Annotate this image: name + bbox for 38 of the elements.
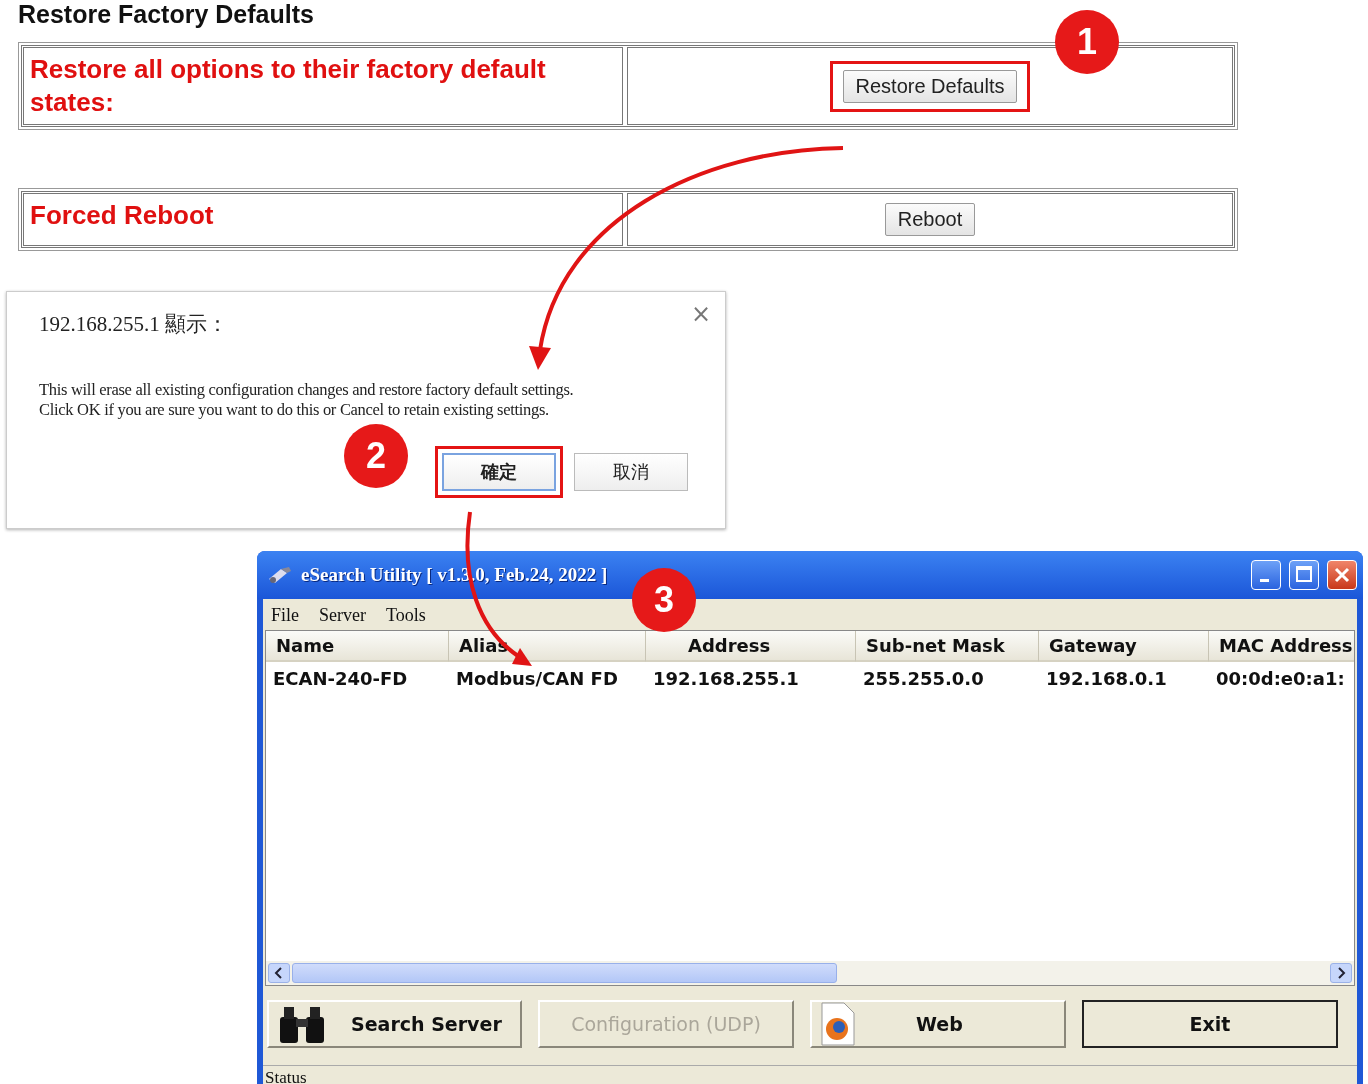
table-cell-text: Modbus/CAN FD xyxy=(455,667,619,689)
section-heading: Restore Factory Defaults xyxy=(18,0,314,28)
menu-item[interactable]: Tools xyxy=(386,605,426,626)
browser-document-icon xyxy=(820,1002,856,1046)
dialog-button[interactable]: 確定 xyxy=(442,453,556,491)
table-cell-text: 255.255.0.0 xyxy=(862,667,985,689)
action-button[interactable]: Restore Defaults xyxy=(842,69,1018,103)
setting-label: Restore all options to their factory default states: xyxy=(23,47,623,125)
table-cell-text: 00:0d:e0:a1: xyxy=(1215,667,1346,689)
scrollbar-thumb[interactable] xyxy=(292,963,837,983)
column-header[interactable]: Sub-net Mask xyxy=(856,631,1039,662)
scroll-right-button[interactable] xyxy=(1330,963,1352,983)
minimize-button[interactable] xyxy=(1251,560,1281,590)
table-cell-text: 192.168.0.1 xyxy=(1045,667,1168,689)
dialog-button[interactable]: 取消 xyxy=(574,453,688,491)
column-header[interactable]: MAC Address xyxy=(1209,631,1354,662)
toolbar-button[interactable]: Exit xyxy=(1082,1000,1338,1048)
column-header[interactable]: Name xyxy=(266,631,449,662)
toolbar-button[interactable]: Search Server xyxy=(267,1000,522,1048)
table-cell-text: 192.168.255.1 xyxy=(652,667,800,689)
close-button[interactable] xyxy=(1327,560,1357,590)
dialog-message: This will erase all existing configuration changes and restore factory default settings. Click OK if you are sure you want to do this or Cancel to retain existing settings. xyxy=(39,380,575,420)
toolbar-button[interactable]: Web xyxy=(810,1000,1066,1048)
menu-item[interactable]: File xyxy=(271,605,299,626)
menu-item[interactable]: Server xyxy=(319,605,366,626)
status-bar: Status xyxy=(263,1065,1357,1084)
table-cell-text: ECAN-240-FD xyxy=(272,667,409,689)
step-number-badge: 1 xyxy=(1055,10,1119,74)
close-button[interactable]: × xyxy=(690,300,711,328)
dialog-title: 192.168.255.1 顯示： xyxy=(39,311,228,338)
column-header[interactable]: Address xyxy=(646,631,856,662)
app-icon xyxy=(267,565,293,585)
action-button[interactable]: Reboot xyxy=(884,203,976,236)
scroll-left-button[interactable] xyxy=(268,963,290,983)
column-header[interactable]: Gateway xyxy=(1039,631,1209,662)
setting-label: Forced Reboot xyxy=(23,193,623,246)
minimize-icon xyxy=(1260,579,1269,582)
maximize-button[interactable] xyxy=(1289,560,1319,590)
